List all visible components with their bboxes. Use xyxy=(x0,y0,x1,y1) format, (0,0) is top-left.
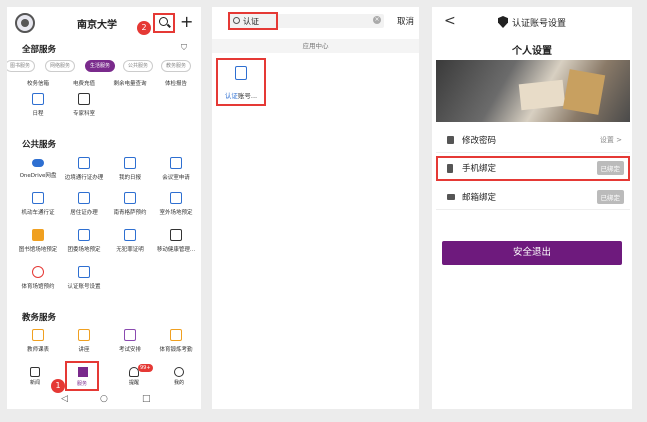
service-exam-schedule[interactable]: 考试安排 xyxy=(106,329,154,353)
search-icon xyxy=(159,17,168,26)
search-screen: 认证 × 取消 应用中心 认证账号... xyxy=(212,7,419,409)
table-icon xyxy=(32,329,44,341)
service-daily-report[interactable]: 我的日报 xyxy=(106,157,154,181)
nav-services[interactable]: 服务 xyxy=(65,361,99,391)
service-electric-recharge[interactable]: 电费充值 xyxy=(60,75,108,87)
sys-home-button[interactable]: ○ xyxy=(100,394,108,404)
service-gym-booking[interactable]: 南青格萨预约 xyxy=(106,192,154,216)
filter-icon[interactable]: ⛉ xyxy=(181,43,187,53)
news-icon xyxy=(30,367,40,377)
service-account-settings[interactable]: 认证账号设置 xyxy=(60,266,108,290)
building-icon xyxy=(124,192,136,204)
search-icon xyxy=(233,17,240,24)
university-name: 南京大学 xyxy=(77,20,117,31)
education-services-title: 教务服务 xyxy=(22,313,57,323)
header: < 认证账号设置 xyxy=(432,7,632,39)
service-vehicle-pass[interactable]: 机动车通行证 xyxy=(14,192,62,216)
public-services-title: 公共服务 xyxy=(22,140,57,150)
category-chips: 图书服务 网络服务 生活服务 公共服务 教务服务 xyxy=(7,60,201,72)
system-nav-bar: ◁ ○ □ xyxy=(7,393,201,409)
grid-services-icon xyxy=(78,367,88,377)
chip-life[interactable]: 生活服务 xyxy=(85,60,116,72)
mail-icon xyxy=(447,194,455,200)
service-no-crime-cert[interactable]: 无犯罪证明 xyxy=(106,229,154,253)
lecture-icon xyxy=(78,329,90,341)
result-label: 认证账号... xyxy=(224,92,258,100)
search-result-item[interactable]: 认证账号... xyxy=(216,58,266,106)
phone-highlight-box xyxy=(436,156,630,181)
chip-network[interactable]: 网络服务 xyxy=(45,60,76,72)
notification-count-badge: 99+ xyxy=(138,364,153,372)
nav-mine[interactable]: 我的 xyxy=(159,365,199,386)
step-badge-1: 1 xyxy=(51,379,65,393)
service-meeting-room[interactable]: 会议室申请 xyxy=(152,157,200,181)
service-electric-balance[interactable]: 剩余电量查询 xyxy=(106,75,154,87)
book-icon xyxy=(170,157,182,169)
section-header: 应用中心 xyxy=(212,39,419,53)
service-residence-permit[interactable]: 居住证办理 xyxy=(60,192,108,216)
bottom-nav: 新闻 提醒 我的 xyxy=(7,365,201,391)
search-input[interactable]: 认证 xyxy=(228,12,278,30)
service-health-mgmt[interactable]: 移动健康管理... xyxy=(152,229,200,253)
service-border-pass[interactable]: 边境通行证办理 xyxy=(60,157,108,181)
id-card-icon xyxy=(78,192,90,204)
car-icon xyxy=(32,192,44,204)
service-teacher-schedule[interactable]: 教师课表 xyxy=(14,329,62,353)
sys-back-button[interactable]: ◁ xyxy=(61,394,68,404)
back-button[interactable]: < xyxy=(444,13,456,29)
service-library-venue[interactable]: 图书馆场地预定 xyxy=(14,229,62,253)
clock-icon xyxy=(32,266,44,278)
cloud-icon xyxy=(32,159,44,167)
lock-icon xyxy=(447,136,454,144)
step-badge-2: 2 xyxy=(137,21,151,35)
service-sports-booking[interactable]: 体育场馆预约 xyxy=(14,266,62,290)
person-icon xyxy=(174,367,184,377)
document-icon xyxy=(78,157,90,169)
page-title: 认证账号设置 xyxy=(512,19,567,29)
chip-education[interactable]: 教务服务 xyxy=(161,60,192,72)
syringe-icon xyxy=(170,229,182,241)
report-icon xyxy=(124,157,136,169)
chip-public[interactable]: 公共服务 xyxy=(123,60,154,72)
service-pe-attendance[interactable]: 体育锻炼考勤 xyxy=(152,329,200,353)
service-expert-dept[interactable]: 专家科室 xyxy=(60,93,108,117)
clear-icon[interactable]: × xyxy=(373,16,381,24)
image-icon xyxy=(235,66,247,80)
logout-button[interactable]: 安全退出 xyxy=(442,241,622,265)
service-checkup[interactable]: 体检报告 xyxy=(152,75,200,87)
service-outdoor-venue[interactable]: 室外场地预定 xyxy=(152,192,200,216)
top-bar: 南京大学 2 + xyxy=(7,7,201,39)
sys-recents-button[interactable]: □ xyxy=(142,394,151,404)
image-icon xyxy=(78,266,90,278)
services-screen: 南京大学 2 + 全部服务 ⛉ 图书服务 网络服务 生活服务 公共服务 教务服务… xyxy=(7,7,201,409)
shield-icon xyxy=(498,16,508,28)
page-subtitle: 个人设置 xyxy=(512,46,552,57)
row-change-password[interactable]: 修改密码 设置 > xyxy=(436,127,630,153)
library-icon xyxy=(32,229,44,241)
university-logo-icon xyxy=(15,13,35,33)
grid-icon xyxy=(78,229,90,241)
cancel-button[interactable]: 取消 xyxy=(397,15,414,27)
chip-library[interactable]: 图书服务 xyxy=(7,60,36,72)
hospital-icon xyxy=(78,93,90,105)
certificate-icon xyxy=(124,229,136,241)
account-settings-screen: < 认证账号设置 个人设置 修改密码 设置 > 手机绑定 已绑定 邮箱绑定 已绑… xyxy=(432,7,632,409)
service-league-venue[interactable]: 团委场地预定 xyxy=(60,229,108,253)
row-email-binding[interactable]: 邮箱绑定 已绑定 xyxy=(436,184,630,210)
service-lecture[interactable]: 讲座 xyxy=(60,329,108,353)
calendar-icon xyxy=(32,93,44,105)
banner-image xyxy=(436,60,630,122)
search-button[interactable] xyxy=(153,13,175,33)
password-setting-link: 设置 > xyxy=(599,136,622,144)
add-button[interactable]: + xyxy=(180,12,193,31)
venue-icon xyxy=(170,192,182,204)
nav-news[interactable]: 新闻 xyxy=(15,365,55,386)
exam-icon xyxy=(124,329,136,341)
attendance-icon xyxy=(170,329,182,341)
service-onedrive[interactable]: OneDrive网盘 xyxy=(14,157,62,179)
email-bound-tag: 已绑定 xyxy=(596,190,624,204)
service-mailbox[interactable]: 校务信箱 xyxy=(14,75,62,87)
service-schedule[interactable]: 日程 xyxy=(14,93,62,117)
all-services-title: 全部服务 xyxy=(22,45,57,55)
